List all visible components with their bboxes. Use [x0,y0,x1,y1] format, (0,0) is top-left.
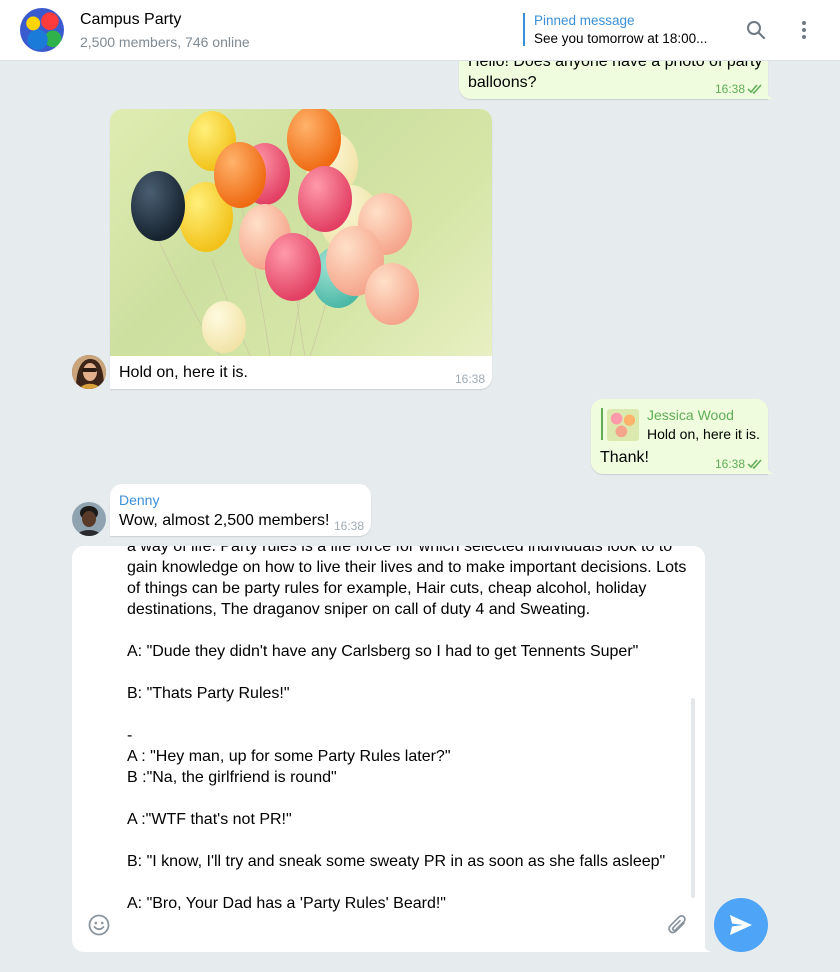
reply-author: Jessica Wood [647,407,734,423]
send-button[interactable] [714,898,768,952]
message-time: 16:38 [715,82,746,96]
more-options-button[interactable] [790,16,818,44]
double-check-icon [747,84,762,94]
emoji-button[interactable] [88,914,110,936]
search-icon [747,21,766,40]
attach-button[interactable] [667,914,689,938]
reply-thumbnail [607,409,639,441]
composer-input[interactable]: a way of life. Party rules is a life for… [127,546,687,914]
avatar-portrait [72,355,106,389]
message-time: 16:38 [715,457,746,471]
reply-text: Hold on, here it is. [647,426,760,442]
chat-member-count: 2,500 members, 746 online [80,34,250,50]
reply-quote-bar [601,408,603,440]
smile-icon [88,914,110,936]
message-text: Thank! [600,449,649,466]
message-author[interactable]: Denny [119,492,159,508]
message-composer[interactable]: a way of life. Party rules is a life for… [72,546,705,952]
message-text: Wow, almost 2,500 members! [119,512,330,529]
balloons-photo[interactable] [110,109,492,356]
pinned-message-text: See you tomorrow at 18:00... [534,31,708,46]
double-check-icon [747,459,762,469]
message-outgoing-reply[interactable]: Jessica Wood Hold on, here it is. Thank!… [591,399,768,474]
balloons-image [131,109,419,356]
message-text: Hold on, here it is. [119,364,248,381]
message-time: 16:38 [334,519,365,533]
message-incoming[interactable]: Denny Wow, almost 2,500 members! 16:38 [110,484,371,536]
group-avatar[interactable] [20,8,64,52]
paperclip-icon [668,915,686,934]
pinned-message-title: Pinned message [534,13,635,28]
chat-title[interactable]: Campus Party [80,11,181,29]
bubble-tail [766,87,776,99]
pinned-message[interactable]: Pinned message See you tomorrow at 18:00… [523,13,707,46]
composer-tail [703,940,713,952]
composer-scrollbar[interactable] [691,698,695,898]
search-button[interactable] [742,16,770,44]
chat-header: Campus Party 2,500 members, 746 online P… [0,0,840,61]
user-avatar-jessica[interactable] [72,355,106,389]
more-vertical-icon [802,21,806,39]
bubble-tail [766,462,776,474]
user-avatar-denny[interactable] [72,502,106,536]
send-icon [730,915,752,935]
message-time: 16:38 [455,372,486,386]
avatar-portrait [72,502,106,536]
